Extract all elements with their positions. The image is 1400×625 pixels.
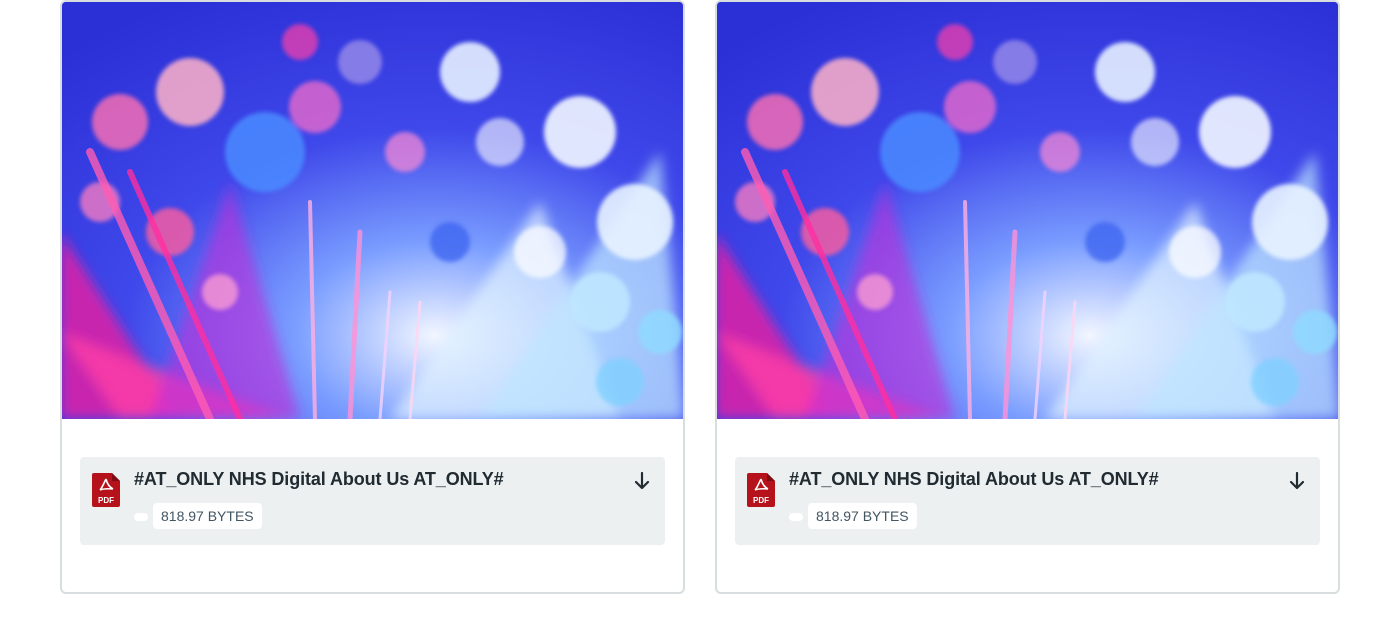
pdf-icon: PDF	[747, 473, 775, 507]
svg-text:PDF: PDF	[98, 496, 114, 505]
file-attachment[interactable]: PDF #AT_ONLY NHS Digital About Us AT_ONL…	[80, 457, 665, 545]
arrow-down-icon[interactable]	[633, 471, 651, 491]
publication-card: PDF #AT_ONLY NHS Digital About Us AT_ONL…	[715, 0, 1340, 594]
arrow-down-icon[interactable]	[1288, 471, 1306, 491]
file-size-badge: 818.97 BYTES	[808, 503, 917, 529]
pdf-icon: PDF	[92, 473, 120, 507]
file-size-badge: 818.97 BYTES	[153, 503, 262, 529]
file-attachment[interactable]: PDF #AT_ONLY NHS Digital About Us AT_ONL…	[735, 457, 1320, 545]
attachment-title[interactable]: #AT_ONLY NHS Digital About Us AT_ONLY#	[789, 469, 1159, 490]
card-list: PDF #AT_ONLY NHS Digital About Us AT_ONL…	[60, 0, 1340, 594]
publication-card: PDF #AT_ONLY NHS Digital About Us AT_ONL…	[60, 0, 685, 594]
fiber-optic-lights-image	[717, 2, 1338, 419]
meta-placeholder	[789, 513, 803, 521]
svg-text:PDF: PDF	[753, 496, 769, 505]
attachment-title[interactable]: #AT_ONLY NHS Digital About Us AT_ONLY#	[134, 469, 504, 490]
fiber-optic-lights-image	[62, 2, 683, 419]
meta-placeholder	[134, 513, 148, 521]
